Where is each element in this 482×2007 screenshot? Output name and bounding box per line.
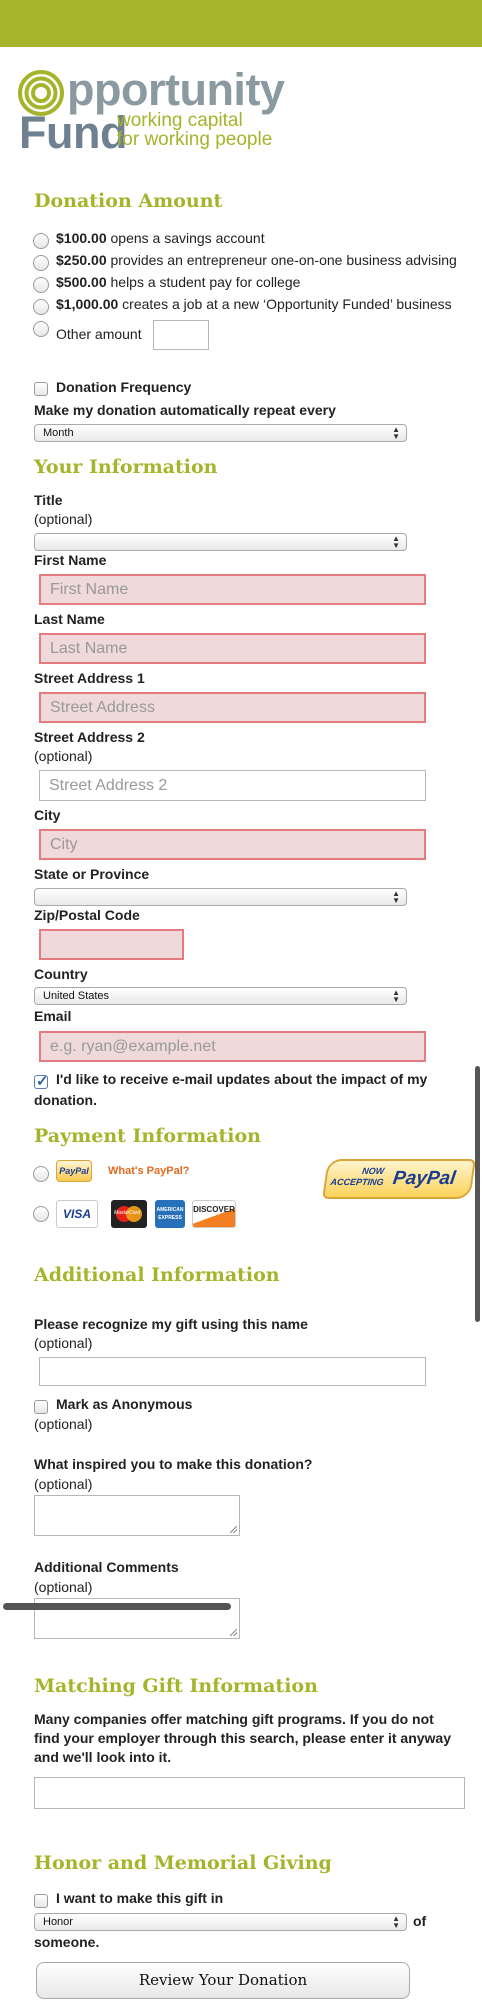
title-label: Title xyxy=(34,492,63,508)
email-updates-checkbox[interactable] xyxy=(34,1072,49,1090)
inspired-label: What inspired you to make this donation? xyxy=(34,1456,313,1472)
select-arrows-icon: ▲ ▼ xyxy=(392,889,400,905)
email-label: Email xyxy=(34,1008,72,1024)
street-address-2-label: Street Address 2 xyxy=(34,729,145,745)
amount-100-radio[interactable] xyxy=(33,233,49,249)
now-accepting-text-1: NOW xyxy=(361,1166,385,1176)
state-select[interactable]: ▲ ▼ xyxy=(34,888,407,906)
title-optional: (optional) xyxy=(34,511,93,527)
first-name-label: First Name xyxy=(34,552,107,568)
city-input[interactable]: City xyxy=(39,829,426,860)
now-accepting-paypal-badge: NOW ACCEPTING PayPal xyxy=(322,1159,476,1199)
inspired-textarea[interactable] xyxy=(34,1495,240,1536)
vertical-scrollbar[interactable] xyxy=(475,1066,480,1322)
discover-card-icon: DISCOVER xyxy=(192,1200,236,1228)
donation-frequency-checkbox[interactable] xyxy=(34,382,48,396)
visa-card-icon: VISA xyxy=(56,1200,98,1228)
honor-type-value: Honor xyxy=(43,1916,73,1928)
whats-paypal-link[interactable]: What's PayPal? xyxy=(108,1165,189,1177)
logo-tagline-2: for working people xyxy=(117,129,273,150)
amount-500-label: $500.00 helps a student pay for college xyxy=(56,274,301,290)
logo-tagline-1: working capital xyxy=(117,110,243,131)
recognize-name-label: Please recognize my gift using this name xyxy=(34,1316,308,1332)
email-updates-label-line1: I'd like to receive e-mail updates about… xyxy=(56,1071,428,1087)
additional-comments-optional: (optional) xyxy=(34,1579,93,1595)
review-donation-button[interactable]: Review Your Donation xyxy=(36,1962,410,1999)
matching-desc-line2: find your employer through this search, … xyxy=(34,1730,451,1746)
mastercard-icon: MasterCard xyxy=(111,1200,147,1228)
your-information-heading: Your Information xyxy=(34,456,218,478)
donation-amount-heading: Donation Amount xyxy=(34,190,223,212)
street-address-1-label: Street Address 1 xyxy=(34,670,145,686)
donation-frequency-label: Donation Frequency xyxy=(56,379,192,395)
first-name-input[interactable]: First Name xyxy=(39,574,426,605)
email-updates-label-line2: donation. xyxy=(34,1092,97,1108)
anonymous-checkbox[interactable] xyxy=(34,1400,48,1414)
matching-desc-line1: Many companies offer matching gift progr… xyxy=(34,1711,434,1727)
payment-information-heading: Payment Information xyxy=(34,1125,261,1147)
recognize-name-optional: (optional) xyxy=(34,1335,93,1351)
anonymous-optional: (optional) xyxy=(34,1416,93,1432)
amount-1000-radio[interactable] xyxy=(33,299,49,315)
street-address-1-input[interactable]: Street Address xyxy=(39,692,426,723)
zip-label: Zip/Postal Code xyxy=(34,907,140,923)
now-accepting-paypal-brand: PayPal xyxy=(391,1168,457,1189)
honor-gift-checkbox[interactable] xyxy=(34,1894,48,1908)
logo[interactable]: pportunity Fund working capital for work… xyxy=(0,60,290,158)
honor-memorial-heading: Honor and Memorial Giving xyxy=(34,1852,332,1874)
amex-card-icon: AMERICAN EXPRESS xyxy=(155,1200,185,1228)
street-address-2-optional: (optional) xyxy=(34,748,93,764)
country-label: Country xyxy=(34,966,88,982)
street-address-2-input[interactable]: Street Address 2 xyxy=(39,770,426,801)
last-name-label: Last Name xyxy=(34,611,105,627)
select-arrows-icon: ▲ ▼ xyxy=(392,425,400,441)
amount-100-label: $100.00 opens a savings account xyxy=(56,230,265,246)
resize-grip-icon[interactable] xyxy=(230,1526,237,1533)
top-banner xyxy=(0,0,482,47)
now-accepting-text-2: ACCEPTING xyxy=(329,1177,385,1187)
other-amount-label: Other amount xyxy=(56,326,142,342)
select-arrows-icon: ▲ ▼ xyxy=(392,534,400,550)
honor-gift-label: I want to make this gift in xyxy=(56,1890,224,1906)
select-arrows-icon: ▲ ▼ xyxy=(392,1914,400,1930)
repeat-frequency-select[interactable]: Month ▲ ▼ xyxy=(34,424,407,442)
resize-grip-icon[interactable] xyxy=(230,1629,237,1636)
paypal-radio[interactable] xyxy=(33,1166,49,1182)
country-select[interactable]: United States ▲ ▼ xyxy=(34,987,407,1005)
inspired-optional: (optional) xyxy=(34,1476,93,1492)
repeat-label: Make my donation automatically repeat ev… xyxy=(34,402,336,418)
recognize-name-input[interactable] xyxy=(39,1357,426,1386)
title-select[interactable]: ▲ ▼ xyxy=(34,533,407,551)
amount-other-radio[interactable] xyxy=(33,321,49,337)
email-input[interactable]: e.g. ryan@example.net xyxy=(39,1031,426,1062)
honor-someone-text: someone. xyxy=(34,1934,100,1950)
select-arrows-icon: ▲ ▼ xyxy=(392,988,400,1004)
repeat-frequency-value: Month xyxy=(43,427,74,439)
country-select-value: United States xyxy=(43,990,110,1002)
amount-500-radio[interactable] xyxy=(33,277,49,293)
amount-1000-label: $1,000.00 creates a job at a new ‘Opport… xyxy=(56,296,452,312)
matching-desc-line3: and we'll look into it. xyxy=(34,1749,172,1765)
additional-information-heading: Additional Information xyxy=(34,1264,280,1286)
logo-word-fund: Fund xyxy=(19,107,127,158)
amount-250-label: $250.00 provides an entrepreneur one-on-… xyxy=(56,252,457,268)
credit-card-radio[interactable] xyxy=(33,1206,49,1222)
city-label: City xyxy=(34,807,61,823)
state-label: State or Province xyxy=(34,866,150,882)
paypal-badge: PayPal xyxy=(56,1160,92,1182)
zip-input[interactable] xyxy=(39,929,184,960)
amount-250-radio[interactable] xyxy=(33,255,49,271)
horizontal-scrollbar[interactable] xyxy=(3,1603,231,1610)
honor-type-select[interactable]: Honor ▲ ▼ xyxy=(34,1913,407,1931)
anonymous-label: Mark as Anonymous xyxy=(56,1396,193,1412)
employer-input[interactable] xyxy=(34,1777,465,1809)
last-name-input[interactable]: Last Name xyxy=(39,633,426,664)
additional-comments-label: Additional Comments xyxy=(34,1559,179,1575)
other-amount-input[interactable] xyxy=(153,320,209,350)
honor-of-text: of xyxy=(413,1913,427,1929)
matching-gift-heading: Matching Gift Information xyxy=(34,1675,318,1697)
